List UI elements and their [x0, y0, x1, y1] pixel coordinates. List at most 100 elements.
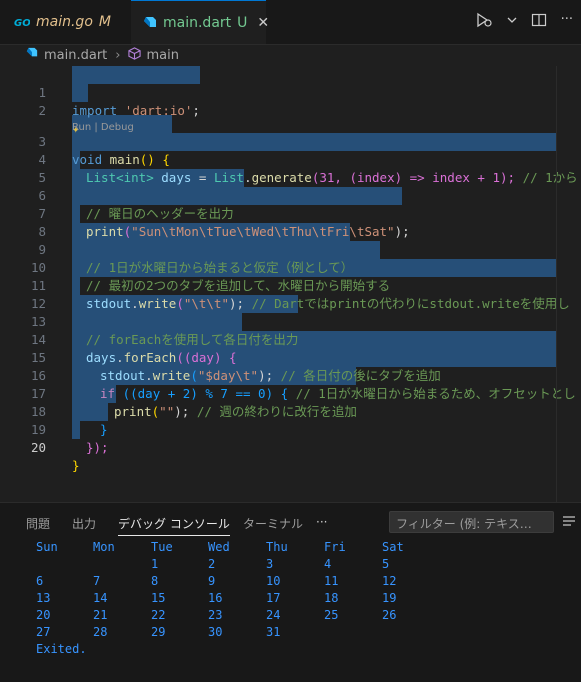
console-text: 4 — [324, 557, 332, 571]
tab-output[interactable]: 出力 — [72, 515, 96, 532]
code-token: }); — [86, 440, 109, 455]
console-text: 3 — [266, 557, 274, 571]
console-text: 16 — [208, 591, 223, 605]
code-line: 20 } — [0, 421, 581, 473]
console-text: 21 — [93, 608, 108, 622]
code-line: 15 stdout.write("$day\t"); // 各日付の後にタブを追… — [0, 331, 581, 383]
console-line: 13 14 15 16 17 18 19 — [0, 591, 581, 608]
tab-label: main.dart — [163, 14, 232, 31]
console-text: 20 — [36, 608, 51, 622]
console-text: 9 — [208, 574, 216, 588]
tab-main-dart[interactable]: main.dart U ✕ — [131, 0, 269, 44]
console-text: 22 — [151, 608, 166, 622]
code-line: 3 void main() { — [0, 115, 581, 167]
console-line: 20 21 22 23 24 25 26 — [0, 608, 581, 625]
code-line: 8 — [0, 205, 581, 239]
console-text: 12 — [382, 574, 397, 588]
tab-status-modified: M — [98, 14, 111, 30]
run-debug-icon[interactable] — [475, 12, 493, 32]
code-lens: Run | Debug — [0, 101, 581, 133]
console-text: Sat — [382, 540, 404, 554]
close-icon[interactable]: ✕ — [257, 15, 269, 31]
chevron-right-icon: › — [115, 47, 121, 63]
console-text: Mon — [93, 540, 115, 554]
bottom-panel: 問題 出力 デバッグ コンソール ターミナル ··· フィルター (例: テキス… — [0, 502, 581, 682]
debug-console-output: Sun Mon Tue Wed Thu Fri Sat 1 2 3 4 5 6 … — [0, 539, 581, 682]
code-line: 16 if ((day + 2) % 7 == 0) { // 1日が水曜日から… — [0, 349, 581, 401]
clear-console-icon[interactable] — [562, 515, 576, 530]
console-text: 2 — [208, 557, 216, 571]
tab-status-untracked: U — [237, 14, 248, 31]
code-line: 2 ✦ — [0, 84, 581, 136]
code-line: 1 import 'dart:io'; — [0, 66, 581, 118]
console-text: Wed — [208, 540, 230, 554]
console-text: 26 — [382, 608, 397, 622]
console-text: 8 — [151, 574, 159, 588]
console-text: 24 — [266, 608, 281, 622]
console-line: Exited. — [0, 642, 581, 659]
console-text: 25 — [324, 608, 339, 622]
code-line: 11 stdout.write("\t\t"); // Dartではprintの… — [0, 259, 581, 311]
code-line: 17 print(""); // 週の終わりに改行を追加 — [0, 367, 581, 419]
dart-icon — [143, 16, 157, 30]
dart-icon — [26, 47, 38, 63]
more-actions-icon[interactable]: ··· — [561, 12, 573, 32]
console-text: 17 — [266, 591, 281, 605]
cube-icon — [128, 46, 142, 64]
tab-main-go[interactable]: GO main.go M — [0, 0, 130, 44]
editor-tab-bar: GO main.go M main.dart U ✕ ··· — [0, 0, 581, 45]
code-line: 18 } — [0, 385, 581, 437]
line-number: 20 — [30, 440, 46, 455]
editor-actions: ··· — [475, 12, 573, 32]
breadcrumb-file[interactable]: main.dart — [44, 48, 107, 63]
console-line: 6 7 8 9 10 11 12 — [0, 574, 581, 591]
code-editor[interactable]: 1 import 'dart:io'; 2 ✦ Run | Debug 3 vo… — [0, 66, 581, 502]
console-text: 10 — [266, 574, 281, 588]
code-line: 13 // forEachを使用して各日付を出力 — [0, 295, 581, 347]
breadcrumb-symbol[interactable]: main — [146, 48, 178, 63]
console-text: 5 — [382, 557, 390, 571]
console-text: 15 — [151, 591, 166, 605]
code-line: 14 days.forEach((day) { — [0, 313, 581, 365]
tab-debug-console[interactable]: デバッグ コンソール — [118, 515, 230, 536]
console-text: Fri — [324, 540, 346, 554]
code-token: } — [72, 458, 80, 473]
console-text: 31 — [266, 625, 281, 639]
console-text: 18 — [324, 591, 339, 605]
chevron-down-icon[interactable] — [507, 12, 517, 32]
breadcrumb: main.dart › main — [0, 44, 581, 66]
svg-text:GO: GO — [14, 18, 30, 27]
console-text: Thu — [266, 540, 288, 554]
code-line: 6 // 曜日のヘッダーを出力 — [0, 169, 581, 221]
filter-input[interactable]: フィルター (例: テキス… — [389, 511, 554, 533]
console-text: 7 — [93, 574, 101, 588]
console-text: 19 — [382, 591, 397, 605]
split-editor-icon[interactable] — [531, 12, 547, 32]
console-exit-message: Exited. — [36, 642, 87, 656]
code-line: 4 List<int> days = List.generate(31, (in… — [0, 133, 581, 185]
console-text: 30 — [208, 625, 223, 639]
console-text: Tue — [151, 540, 173, 554]
console-text: Sun — [36, 540, 58, 554]
console-line: 27 28 29 30 31 — [0, 625, 581, 642]
code-line: 5 — [0, 151, 581, 185]
more-tabs-icon[interactable]: ··· — [316, 515, 327, 529]
console-text: 29 — [151, 625, 166, 639]
editor-scrollbar[interactable] — [556, 66, 557, 502]
tab-label: main.go — [36, 14, 93, 30]
code-line: 9 // 1日が水曜日から始まると仮定（例として） — [0, 223, 581, 275]
panel-tabs: 問題 出力 デバッグ コンソール ターミナル ··· フィルター (例: テキス… — [0, 503, 581, 539]
tab-terminal[interactable]: ターミナル — [243, 515, 303, 532]
code-line: 12 — [0, 277, 581, 311]
console-text: 1 — [151, 557, 159, 571]
console-text: 27 — [36, 625, 51, 639]
console-text: 13 — [36, 591, 51, 605]
tab-problems[interactable]: 問題 — [26, 515, 50, 532]
go-icon: GO — [14, 17, 30, 27]
console-text: 28 — [93, 625, 108, 639]
console-line: Sun Mon Tue Wed Thu Fri Sat — [0, 540, 581, 557]
console-text: 23 — [208, 608, 223, 622]
console-text: 11 — [324, 574, 339, 588]
code-line: 19 }); — [0, 403, 581, 455]
console-line: 1 2 3 4 5 — [0, 557, 581, 574]
